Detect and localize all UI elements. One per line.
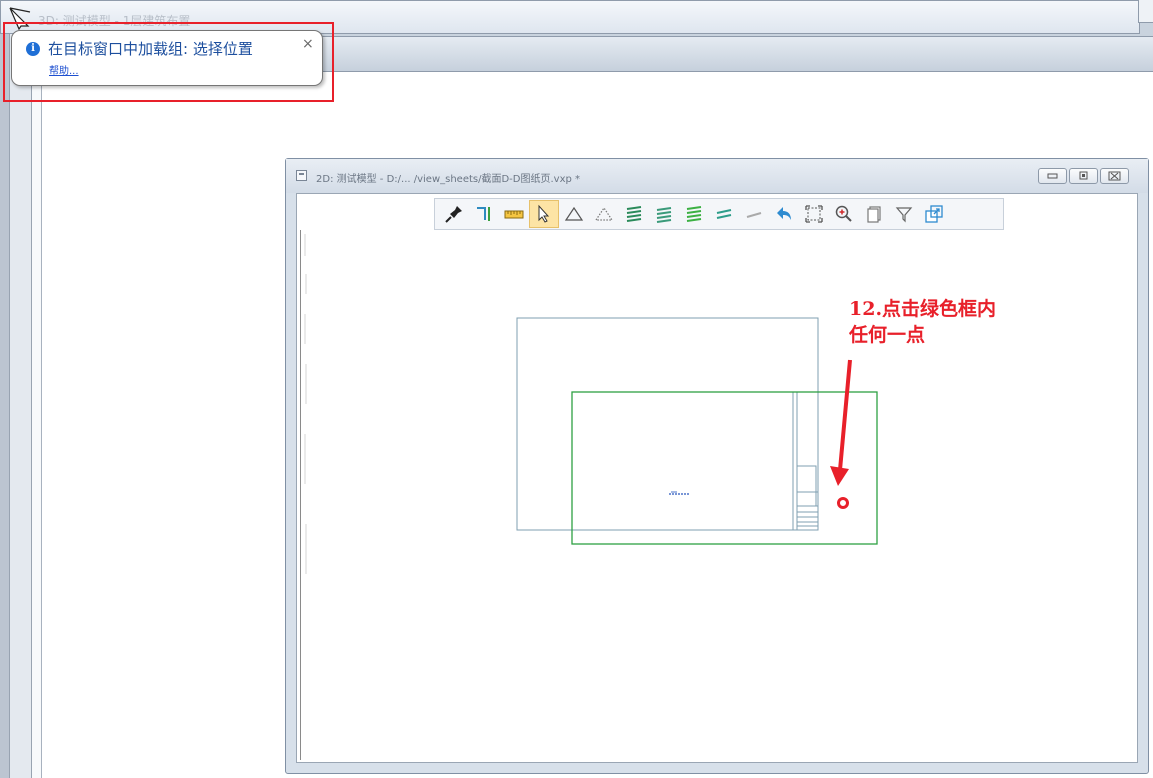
layers-thin-tool-button[interactable] bbox=[709, 200, 739, 228]
annotation-line-2: 任何一点 bbox=[849, 324, 926, 346]
close-window-icon bbox=[1108, 171, 1121, 181]
annotation-line-1: 12.点击绿色框内 bbox=[849, 298, 997, 320]
layers-icon bbox=[626, 206, 642, 222]
layers-tool-button[interactable] bbox=[619, 200, 649, 228]
window-2d: 2D: 测试模型 - D:/... /view_sheets/截面D-D图纸页.… bbox=[285, 158, 1149, 774]
window-doc-icon bbox=[296, 170, 307, 181]
window-2d-title: 2D: 测试模型 - D:/... /view_sheets/截面D-D图纸页.… bbox=[316, 174, 581, 185]
click-point-marker bbox=[837, 497, 849, 509]
pin-tool-button[interactable] bbox=[439, 200, 469, 228]
fit-view-icon bbox=[805, 205, 823, 223]
left-panel-edge bbox=[32, 72, 42, 778]
filter-icon bbox=[895, 207, 913, 223]
filter-tool-button[interactable] bbox=[889, 200, 919, 228]
left-panel-strip bbox=[10, 34, 32, 778]
zoom-in-icon bbox=[835, 205, 852, 222]
layers-green-tool-button[interactable] bbox=[679, 200, 709, 228]
red-arrow bbox=[830, 359, 852, 486]
fit-view-tool-button[interactable] bbox=[799, 200, 829, 228]
zoom-in-tool-button[interactable] bbox=[829, 200, 859, 228]
instruction-annotation: 12.点击绿色框内 任何一点 bbox=[849, 296, 996, 348]
layers-alt-icon bbox=[656, 207, 672, 223]
ruler-icon bbox=[504, 210, 524, 219]
title-block bbox=[792, 392, 819, 530]
drawing-toolbar bbox=[434, 198, 1004, 230]
green-target-box bbox=[571, 391, 878, 545]
measure-tool-button[interactable] bbox=[499, 200, 529, 228]
layers-thin-icon bbox=[716, 209, 732, 219]
triangle-tool-button[interactable] bbox=[559, 200, 589, 228]
canvas-left-rule bbox=[300, 230, 301, 760]
undo-tool-button[interactable] bbox=[769, 200, 799, 228]
outer-window-edge bbox=[1138, 0, 1153, 23]
select-tool-button[interactable] bbox=[529, 200, 559, 228]
pin-icon bbox=[445, 206, 462, 223]
maximize-icon bbox=[1079, 171, 1088, 180]
copy-tool-button[interactable] bbox=[859, 200, 889, 228]
undo-icon bbox=[777, 207, 791, 220]
trim-tool-button[interactable] bbox=[469, 200, 499, 228]
triangle-icon bbox=[564, 206, 584, 221]
line-icon bbox=[746, 212, 762, 218]
dotted-triangle-tool-button[interactable] bbox=[589, 200, 619, 228]
drawing-canvas[interactable]: 12.点击绿色框内 任何一点 bbox=[296, 193, 1138, 763]
minimize-icon bbox=[1047, 173, 1058, 179]
drawing-frame bbox=[516, 317, 819, 531]
select-arrow-icon bbox=[538, 204, 550, 223]
maximize-button[interactable] bbox=[1069, 168, 1098, 184]
window-restore-tool-button[interactable] bbox=[919, 200, 949, 228]
line-tool-button[interactable] bbox=[739, 200, 769, 228]
red-highlight-box bbox=[3, 22, 334, 102]
window-restore-icon bbox=[925, 205, 943, 223]
close-window-button[interactable] bbox=[1100, 168, 1129, 184]
copy-icon bbox=[867, 206, 881, 223]
layers-alt-tool-button[interactable] bbox=[649, 200, 679, 228]
minimize-button[interactable] bbox=[1038, 168, 1067, 184]
trim-icon bbox=[477, 207, 490, 221]
layers-green-icon bbox=[686, 206, 702, 222]
sheet-drawing bbox=[304, 234, 878, 574]
left-frame bbox=[0, 34, 10, 778]
dotted-triangle-icon bbox=[594, 206, 614, 221]
